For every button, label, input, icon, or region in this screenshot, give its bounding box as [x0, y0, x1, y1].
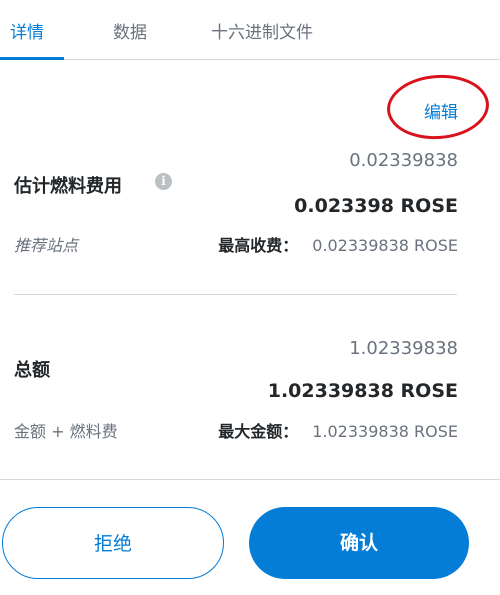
suggested-site-label: 推荐站点	[14, 236, 79, 255]
tab-hex[interactable]: 十六进制文件	[211, 18, 313, 43]
max-amount-value: 1.02339838 ROSE	[312, 422, 458, 441]
total-breakdown-label: 金额 + 燃料费	[14, 422, 118, 441]
tab-details[interactable]: 详情	[10, 18, 44, 43]
info-icon[interactable]: i	[155, 173, 172, 190]
max-fee: 最高收费： 0.02339838 ROSE	[218, 232, 458, 256]
gas-fee-value: 0.023398 ROSE	[294, 195, 458, 217]
gas-fee-label: 估计燃料费用	[14, 176, 122, 197]
max-amount: 最大金额： 1.02339838 ROSE	[218, 418, 458, 442]
tab-bar: 详情 数据 十六进制文件	[0, 0, 500, 60]
total-label: 总额	[14, 360, 50, 381]
confirm-button[interactable]: 确认	[249, 507, 469, 579]
section-divider	[14, 294, 457, 295]
tab-data[interactable]: 数据	[113, 18, 147, 43]
active-tab-indicator	[0, 57, 64, 60]
total-fiat-value: 1.02339838	[349, 338, 458, 359]
max-fee-value: 0.02339838 ROSE	[312, 236, 458, 255]
highlight-annotation	[384, 71, 492, 143]
gas-fee-fiat-value: 0.02339838	[349, 150, 458, 171]
footer-divider	[0, 479, 500, 480]
max-fee-label: 最高收费：	[218, 236, 299, 255]
total-value: 1.02339838 ROSE	[267, 380, 458, 402]
max-amount-label: 最大金额：	[218, 422, 299, 441]
reject-button[interactable]: 拒绝	[2, 507, 224, 579]
